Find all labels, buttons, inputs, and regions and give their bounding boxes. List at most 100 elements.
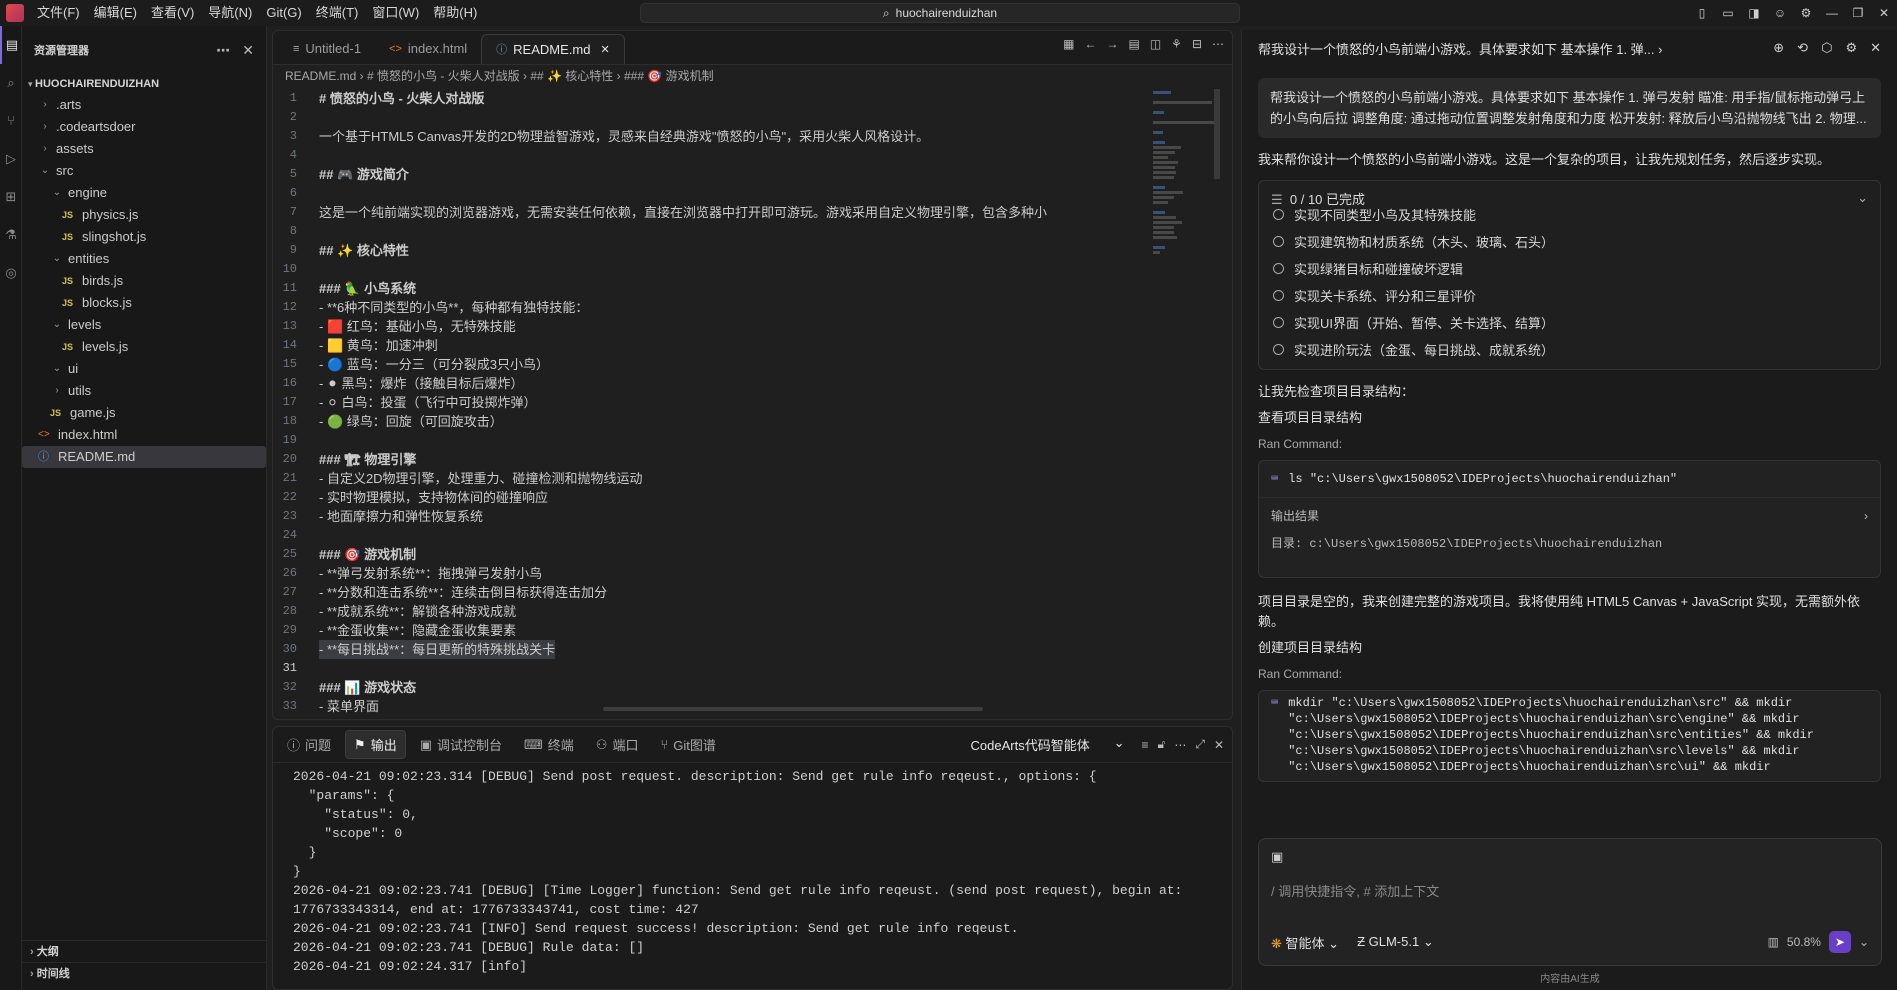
code-line[interactable]: 7 这是一个纯前端实现的浏览器游戏，无需安装任何依赖，直接在浏览器中打开即可游玩。… [273,203,1131,222]
tree-folder[interactable]: › .arts [22,94,266,116]
menu-item[interactable]: Git(G) [259,0,308,26]
outline-section[interactable]: › 大纲 [22,940,267,962]
close-window-button[interactable]: ✕ [1871,6,1897,20]
code-line[interactable]: 25 ### 🎯 游戏机制 [273,545,1131,564]
menu-item[interactable]: 终端(T) [309,0,366,26]
source-control-icon[interactable]: ⑂ [0,102,22,140]
output-toggle[interactable]: 输出结果 › [1259,497,1880,534]
chat-settings-icon[interactable]: ⚙ [1845,40,1857,56]
tree-folder[interactable]: ⌄ levels [22,314,266,336]
new-chat-icon[interactable]: ⊕ [1773,40,1784,56]
panel-tab[interactable]: ⑂ Git图谱 [652,731,723,758]
code-line[interactable]: 27 - **分数和连击系统**：连续击倒目标获得连击加分 [273,583,1131,602]
vertical-scrollbar[interactable] [1214,89,1220,179]
code-line[interactable]: 12 - **6种不同类型的小鸟**，每种都有独特技能： [273,298,1131,317]
tree-file[interactable]: JS birds.js [22,270,266,292]
settings-icon[interactable]: ⚙ [1793,6,1819,20]
code-line[interactable]: 26 - **弹弓发射系统**：拖拽弹弓发射小鸟 [273,564,1131,583]
ai-icon[interactable]: ▦ [1063,37,1074,51]
go-forward-icon[interactable]: → [1106,37,1118,51]
tree-folder[interactable]: › .codeartsdoer [22,116,266,138]
editor-tab[interactable]: <> index.html [375,34,481,64]
menu-item[interactable]: 帮助(H) [426,0,484,26]
extensions-icon[interactable]: ⊞ [0,178,22,216]
restore-button[interactable]: ❐ [1845,6,1871,20]
tree-file[interactable]: JS slingshot.js [22,226,266,248]
code-line[interactable]: 19 [273,431,1131,450]
editor-tab[interactable]: ≡ Untitled-1 [279,34,375,64]
code-line[interactable]: 30 - **每日挑战**：每日更新的特殊挑战关卡 [273,640,1131,659]
menu-item[interactable]: 导航(N) [201,0,259,26]
panel-tab[interactable]: ⚑ 输出 [345,730,406,759]
explorer-icon[interactable]: ▤ [0,26,22,64]
code-line[interactable]: 22 - 实时物理模拟，支持物体间的碰撞响应 [273,488,1131,507]
panel-tab[interactable]: ▣ 调试控制台 [412,731,510,758]
tree-folder[interactable]: ⌄ ui [22,358,266,380]
code-line[interactable]: 17 - ⚪ 白鸟：投蛋（飞行中可投掷炸弹） [273,393,1131,412]
output-channel-select[interactable]: CodeArts代码智能体 ⌄ [963,733,1133,756]
tree-folder[interactable]: › assets [22,138,266,160]
code-line[interactable]: 9 ## ✨ 核心特性 [273,241,1131,260]
workspace-root[interactable]: ▾ HUOCHAIRENDUIZHAN [22,74,266,94]
code-line[interactable]: 13 - 🟥 红鸟：基础小鸟，无特殊技能 [273,317,1131,336]
code-line[interactable]: 31 [273,659,1131,678]
code-line[interactable]: 1 # 愤怒的小鸟 - 火柴人对战版 [273,89,1131,108]
code-line[interactable]: 20 ### 🏗 物理引擎 [273,450,1131,469]
agent-mode-select[interactable]: ❋ 智能体 ⌄ [1271,933,1339,952]
tree-file[interactable]: <> index.html [22,424,266,446]
panel-tab[interactable]: ⚇ 端口 [588,731,647,758]
maximize-panel-icon[interactable]: ⤢ [1195,737,1205,752]
editor-tab[interactable]: ⓘ README.md ✕ [481,34,625,64]
menu-item[interactable]: 文件(F) [30,0,87,26]
tree-file[interactable]: ⓘ README.md [22,446,266,468]
command-line-mkdir[interactable]: ⌨ mkdir "c:\Users\gwx1508052\IDEProjects\… [1259,691,1880,779]
model-select[interactable]: Ƶ GLM-5.1 ⌄ [1357,934,1434,950]
code-line[interactable]: 2 [273,108,1131,127]
image-attach-icon[interactable]: ▣ [1271,849,1283,865]
code-line[interactable]: 18 - 🟢 绿鸟：回旋（可回旋攻击） [273,412,1131,431]
menu-item[interactable]: 窗口(W) [365,0,426,26]
code-line[interactable]: 23 - 地面摩擦力和弹性恢复系统 [273,507,1131,526]
code-line[interactable]: 21 - 自定义2D物理引擎，处理重力、碰撞检测和抛物线运动 [273,469,1131,488]
panel-tab[interactable]: ⓘ 问题 [279,731,339,758]
clear-output-icon[interactable]: ≡ [1142,738,1149,752]
close-tab-icon[interactable]: ✕ [600,35,609,65]
command-center[interactable]: ⌕ huochairenduizhan [640,3,1240,23]
horizontal-scrollbar[interactable] [603,707,983,711]
toggle-panel-icon[interactable]: ▭ [1715,6,1741,20]
account-icon[interactable]: ☺ [1767,6,1793,20]
layout-icon[interactable]: ⊟ [1192,37,1202,51]
code-line[interactable]: 3 一个基于HTML5 Canvas开发的2D物理益智游戏，灵感来自经典游戏"愤怒… [273,127,1131,146]
tree-folder[interactable]: ⌄ src [22,160,266,182]
extension-action-icon[interactable]: ⚘ [1171,37,1182,51]
history-icon[interactable]: ⟲ [1797,40,1808,56]
chat-title[interactable]: 帮我设计一个愤怒的小鸟前端小游戏。具体要求如下 基本操作 1. 弹... › [1258,39,1662,58]
code-line[interactable]: 6 [273,184,1131,203]
code-area[interactable]: 1 # 愤怒的小鸟 - 火柴人对战版 2 3 一个基于HTML5 Canvas开发的2D… [273,89,1131,719]
lock-scroll-icon[interactable]: 🔓︎ [1158,737,1166,752]
code-line[interactable]: 28 - **成就系统**：解锁各种游戏成就 [273,602,1131,621]
breadcrumb[interactable]: README.md › # 愤怒的小鸟 - 火柴人对战版 › ## ✨ 核心特性… [273,65,1232,87]
run-debug-icon[interactable]: ▷ [0,140,22,178]
tree-folder[interactable]: ⌄ entities [22,248,266,270]
code-line[interactable]: 29 - **金蛋收集**：隐藏金蛋收集要素 [273,621,1131,640]
code-line[interactable]: 5 ## 🎮 游戏简介 [273,165,1131,184]
user-message[interactable]: 帮我设计一个愤怒的小鸟前端小游戏。具体要求如下 基本操作 1. 弹弓发射 瞄准:… [1258,78,1881,138]
code-line[interactable]: 14 - 🟨 黄鸟：加速冲刺 [273,336,1131,355]
command-line[interactable]: ⌨ ls "c:\Users\gwx1508052\IDEProjects\huo… [1259,461,1880,497]
code-line[interactable]: 10 [273,260,1131,279]
close-chat-icon[interactable]: ✕ [1870,40,1881,56]
code-line[interactable]: 15 - 🔵 蓝鸟：一分三（可分裂成3只小鸟） [273,355,1131,374]
preview-icon[interactable]: ▤ [1128,37,1139,51]
code-line[interactable]: 4 [273,146,1131,165]
tree-folder[interactable]: › utils [22,380,266,402]
tree-file[interactable]: JS physics.js [22,204,266,226]
search-view-icon[interactable]: ⌕ [0,64,22,102]
menu-item[interactable]: 编辑(E) [87,0,144,26]
more-actions-icon[interactable]: ⋯ [216,42,230,59]
tree-folder[interactable]: ⌄ engine [22,182,266,204]
send-button[interactable]: ➤ [1828,931,1851,953]
toggle-sidebar-icon[interactable]: ▯ [1689,6,1715,20]
chat-input[interactable]: ▣ / 调用快捷指令, # 添加上下文 ❋ 智能体 ⌄ Ƶ GLM-5.1 ⌄ … [1258,838,1882,966]
minimize-button[interactable]: — [1819,6,1845,20]
